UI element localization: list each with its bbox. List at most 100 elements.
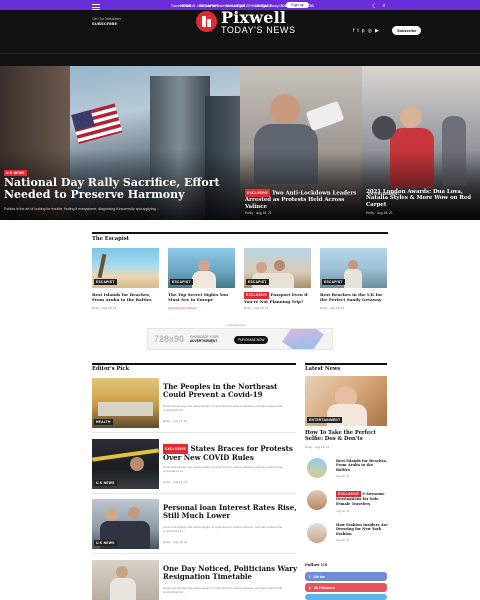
- newsletter-subscribe-link[interactable]: SUBSCRIBE: [92, 21, 117, 26]
- nav-item-escapist[interactable]: ESCAPIST: [199, 4, 218, 8]
- ad-purchase-button[interactable]: PURCHASE NOW: [234, 336, 269, 344]
- list-separator: [92, 493, 296, 494]
- card-tag[interactable]: ESCAPIST: [322, 279, 345, 285]
- latest-news-image[interactable]: ENTERTAINMENT: [305, 376, 387, 426]
- editors-pick-image[interactable]: HEALTH: [92, 378, 159, 428]
- facebook-follow-button[interactable]: f 10k fan: [305, 572, 387, 581]
- latest-thumb[interactable]: [307, 458, 327, 478]
- train-shape: [98, 402, 153, 416]
- hero-second-meta: Emily · Aug 18, 21: [245, 211, 272, 215]
- pinterest-icon: p: [309, 585, 312, 590]
- card-tag[interactable]: ESCAPIST: [170, 279, 193, 285]
- card-tag[interactable]: ESCAPIST: [246, 279, 269, 285]
- editors-pick-excerpt: Good web design has visual weight, is op…: [163, 586, 283, 594]
- person-shape: [400, 106, 422, 128]
- author-name[interactable]: Emily: [305, 445, 312, 449]
- latest-item-title[interactable]: Best Islands for Beaches, From Aruba to …: [336, 459, 388, 472]
- latest-news-title[interactable]: How To Take the Perfect Selfie: Dos & Do…: [305, 430, 387, 443]
- list-separator: [92, 553, 296, 554]
- hero-second-title[interactable]: EXCLUSIVE Two Anti-Lockdown Leaders Arre…: [245, 189, 357, 210]
- latest-news-meta: Emily · Aug 18, 21: [305, 445, 330, 449]
- escapist-card-title[interactable]: Best Beaches in the UK for the Perfect S…: [320, 292, 390, 302]
- ad-text: SHOWCASE YOUR ADVERTISEMENT: [190, 335, 219, 344]
- escapist-card-image[interactable]: ESCAPIST: [320, 248, 387, 288]
- person-shape: [256, 262, 267, 273]
- brand-name[interactable]: Pixwell: [221, 9, 286, 26]
- advertisement-banner[interactable]: 728x90 SHOWCASE YOUR ADVERTISEMENT PURCH…: [147, 328, 333, 350]
- author-name[interactable]: Emily: [245, 211, 253, 215]
- escapist-section-title[interactable]: The Escapist: [92, 236, 129, 242]
- author-name[interactable]: Emily: [163, 480, 170, 484]
- author-name[interactable]: Emily: [244, 306, 251, 310]
- editors-pick-image[interactable]: U.K NEWS: [92, 499, 159, 549]
- editors-pick-title[interactable]: EXCLUSIVE States Braces for Protests Ove…: [163, 444, 298, 462]
- subscribe-button[interactable]: Subscribe: [392, 26, 422, 35]
- hero-third-image[interactable]: ENTERTAINMENT 2021 London Awards: Dua Lo…: [362, 66, 480, 220]
- dark-mode-icon[interactable]: ☾: [372, 3, 377, 10]
- nav-item-join-us[interactable]: JOIN US: [280, 4, 295, 8]
- person-shape: [344, 269, 362, 288]
- latest-item-title[interactable]: How Fashion Insiders Are Dressing for Ne…: [336, 523, 388, 536]
- latest-thumb[interactable]: [307, 490, 327, 510]
- sponsor-label[interactable]: Sponsored by Dream: [168, 306, 196, 310]
- nav-item-home[interactable]: HOME: [180, 4, 191, 8]
- instagram-icon[interactable]: ◎: [368, 28, 372, 34]
- person-shape: [192, 271, 216, 288]
- newsletter-block[interactable]: Get Our Newsletter SUBSCRIBE: [92, 17, 121, 26]
- author-name[interactable]: Emily: [163, 419, 170, 423]
- escapist-card-title[interactable]: Best Islands for Beaches, From Aruba to …: [92, 292, 162, 302]
- follow-us-title: Follow US: [305, 562, 328, 567]
- escapist-card-title[interactable]: The Top Secret Sights You Must See in Eu…: [168, 292, 238, 302]
- author-name[interactable]: Emily: [163, 540, 170, 544]
- editors-pick-title[interactable]: Personal loan Interest Rates Rise, Still…: [163, 504, 298, 520]
- editors-pick-image[interactable]: U.K NEWS: [92, 439, 159, 489]
- facebook-icon[interactable]: f: [353, 28, 354, 34]
- escapist-card-image[interactable]: ESCAPIST: [168, 248, 235, 288]
- author-name[interactable]: Emily: [92, 306, 99, 310]
- nav-item-blog[interactable]: BLOG: [303, 4, 314, 8]
- card-tag[interactable]: U.K NEWS: [94, 540, 117, 546]
- brand-tagline: TODAY'S NEWS: [221, 25, 296, 35]
- editors-pick-title[interactable]: The Peoples in the Northeast Could Preve…: [163, 383, 298, 399]
- escapist-card-image[interactable]: ESCAPIST: [244, 248, 311, 288]
- twitter-follow-button[interactable]: [305, 594, 387, 600]
- ad-line-2: ADVERTISEMENT: [190, 338, 218, 343]
- nav-item-contact[interactable]: CONTACT: [253, 4, 271, 8]
- editors-pick-title[interactable]: One Day Noticed, Politicians Wary Resign…: [163, 565, 298, 581]
- card-tag[interactable]: U.K NEWS: [94, 480, 117, 486]
- logo-icon[interactable]: [196, 11, 217, 32]
- card-tag[interactable]: HEALTH: [94, 419, 113, 425]
- follow-label: 2k Followers: [314, 585, 335, 590]
- latest-news-section-title[interactable]: Latest News: [305, 366, 340, 372]
- hero-third-title[interactable]: 2021 London Awards: Dua Lova, Natalia St…: [366, 189, 478, 208]
- person-shape: [274, 260, 285, 271]
- editors-pick-section-title[interactable]: Editor's Pick: [92, 366, 129, 372]
- person-shape: [372, 116, 396, 140]
- hero-third-meta: Emily · Aug 18, 21: [366, 211, 393, 215]
- post-date: Aug 18, 21: [255, 211, 272, 215]
- hamburger-menu-icon[interactable]: [92, 4, 100, 10]
- latest-thumb[interactable]: [307, 523, 327, 543]
- card-tag[interactable]: ENTERTAINMENT: [307, 417, 343, 423]
- search-icon[interactable]: ⌕: [382, 3, 385, 10]
- editors-pick-image[interactable]: [92, 560, 159, 600]
- twitter-icon[interactable]: t: [357, 28, 358, 34]
- author-name[interactable]: Emily: [320, 306, 327, 310]
- list-separator: [92, 432, 296, 433]
- person-shape: [110, 578, 136, 600]
- post-date: Aug 18, 21: [376, 211, 393, 215]
- person-shape: [270, 94, 300, 124]
- escapist-card-image[interactable]: ESCAPIST: [92, 248, 159, 288]
- author-name[interactable]: Emily: [366, 211, 374, 215]
- latest-item-title[interactable]: EXCLUSIVE 9 Awesome Destinations for Sol…: [336, 491, 388, 506]
- post-date: Aug 18, 21: [336, 474, 350, 478]
- escapist-card-title[interactable]: EXCLUSIVE Passport Even if You're Not Pl…: [244, 292, 314, 304]
- card-tag[interactable]: ESCAPIST: [94, 279, 117, 285]
- post-date: Aug 18, 21: [253, 306, 269, 310]
- pinterest-follow-button[interactable]: p 2k Followers: [305, 583, 387, 592]
- youtube-icon[interactable]: ▶: [375, 28, 379, 34]
- nav-item-uk-news[interactable]: U.K NEWS: [226, 4, 245, 8]
- pinterest-icon[interactable]: p: [362, 28, 365, 34]
- hero-second-image[interactable]: U.K NEWS EXCLUSIVE Two Anti-Lockdown Lea…: [240, 66, 362, 220]
- hero-main-title[interactable]: National Day Rally Sacrifice, Effort Nee…: [4, 177, 234, 201]
